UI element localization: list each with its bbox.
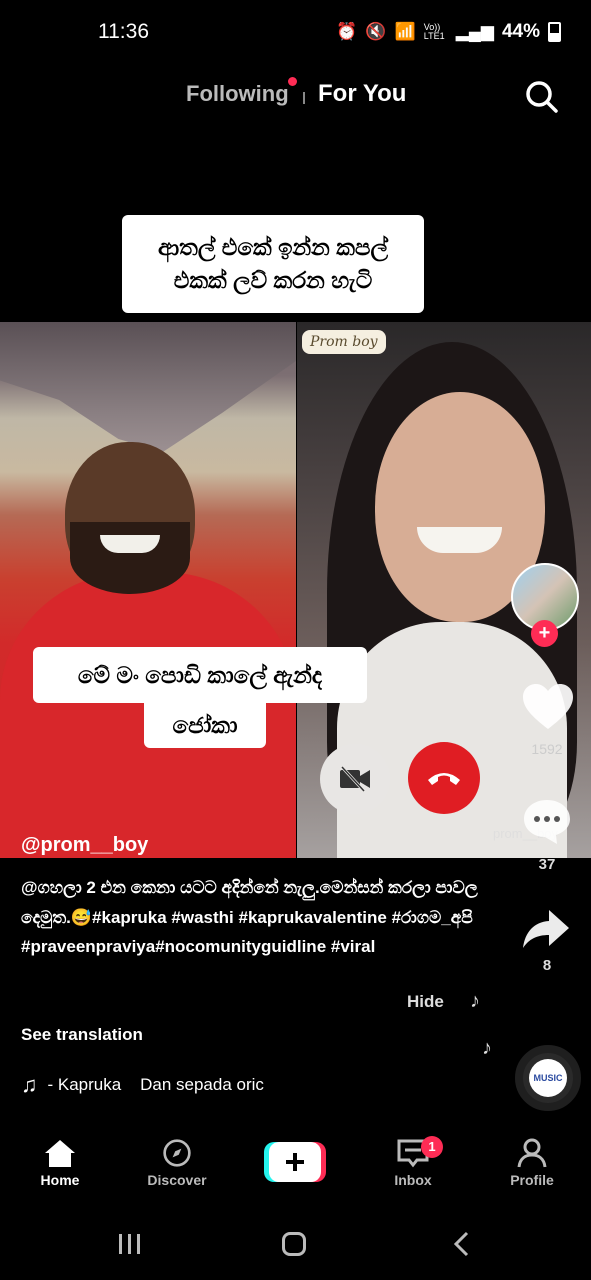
music-note-icon: ♪ <box>470 990 480 1012</box>
comment-icon <box>524 800 570 844</box>
heart-icon <box>523 684 573 729</box>
caption-mid-line1: මේ මං පොඩි කාලේ ඇන්ද <box>33 647 367 703</box>
share-arrow-icon <box>523 910 569 948</box>
music-disc[interactable]: MUSIC <box>515 1045 581 1111</box>
caption-top-line2: එකක් ලව් කරන හැටි <box>173 267 373 293</box>
alarm-icon: ⏰ <box>336 22 358 41</box>
nav-inbox-label: Inbox <box>394 1172 432 1188</box>
music-note-icon: ♫ <box>21 1072 38 1097</box>
prom-boy-sticker: Prom boy <box>302 330 386 354</box>
nav-home-label: Home <box>40 1172 80 1188</box>
follow-button[interactable]: + <box>531 620 558 647</box>
tab-divider <box>303 92 305 104</box>
comment-count: 37 <box>538 856 556 873</box>
music-row[interactable]: ♫ - Kapruka Dan sepada oric <box>21 1072 298 1098</box>
video-player[interactable]: Prom boy <box>0 322 591 858</box>
share-count: 8 <box>542 957 552 974</box>
nav-profile-label: Profile <box>510 1172 554 1188</box>
music-note-icon: ♪ <box>482 1037 492 1059</box>
share-button[interactable] <box>521 908 571 950</box>
post-description: @ගහලා 2 එන කෙනා යටට අදින්නේ නැලු.මෙන්සන්… <box>21 878 478 956</box>
nav-discover[interactable]: Discover <box>127 1132 227 1188</box>
create-button[interactable] <box>264 1142 326 1182</box>
comment-button[interactable] <box>521 796 573 846</box>
battery-percent: 44% <box>501 21 540 42</box>
caption-top-line1: ආතල් එකේ ඉන්න කපල් <box>157 233 389 260</box>
cloth-overhead <box>0 322 296 452</box>
nav-profile[interactable]: Profile <box>482 1132 582 1188</box>
search-icon <box>526 81 558 113</box>
caption-mid-line2: ජෝකා <box>144 702 266 748</box>
see-translation-link[interactable]: See translation <box>21 1025 143 1045</box>
music-title: - Kapruka Dan sepada oric <box>47 1075 264 1094</box>
home-icon <box>45 1140 75 1167</box>
creator-username[interactable]: @prom__boy <box>21 834 148 857</box>
end-call-icon <box>408 742 480 814</box>
mute-icon: 🔇 <box>365 22 387 41</box>
nav-discover-label: Discover <box>147 1172 207 1188</box>
woman-smile <box>417 527 502 553</box>
video-off-icon <box>320 744 390 814</box>
battery-icon <box>548 22 561 42</box>
inbox-badge: 1 <box>421 1136 443 1158</box>
video-caption-top: ආතල් එකේ ඉන්න කපල් එකක් ලව් කරන හැටි <box>122 215 424 313</box>
beard <box>70 522 190 594</box>
nav-inbox[interactable]: Inbox <box>363 1132 463 1188</box>
disc-label: MUSIC <box>529 1059 567 1097</box>
nav-home[interactable]: Home <box>10 1132 110 1188</box>
recent-apps-icon <box>119 1234 140 1254</box>
back-chevron-icon <box>453 1231 469 1257</box>
signal-icon: ▂▄▆ <box>455 22 494 41</box>
tab-for-you[interactable]: For You <box>318 80 406 108</box>
status-icons: ⏰ 🔇 📶 Vo)) LTE1 ▂▄▆ 44% <box>336 21 561 43</box>
video-left-panel <box>0 322 296 858</box>
recent-apps-button[interactable] <box>117 1232 143 1261</box>
compass-icon <box>163 1139 191 1167</box>
plus-icon <box>264 1142 326 1182</box>
hide-link[interactable]: Hide <box>407 992 444 1012</box>
network-label: Vo)) LTE1 <box>423 22 445 41</box>
following-notification-dot <box>288 77 297 86</box>
search-button[interactable] <box>525 80 559 114</box>
status-time: 11:36 <box>98 20 149 43</box>
man-smile <box>100 535 160 553</box>
like-count: 1592 <box>531 741 563 757</box>
profile-icon <box>517 1138 547 1168</box>
wifi-icon: 📶 <box>394 22 416 41</box>
tab-following[interactable]: Following <box>186 81 289 107</box>
back-button[interactable] <box>452 1230 470 1266</box>
like-button[interactable] <box>521 682 575 732</box>
system-home-button[interactable] <box>282 1232 306 1256</box>
